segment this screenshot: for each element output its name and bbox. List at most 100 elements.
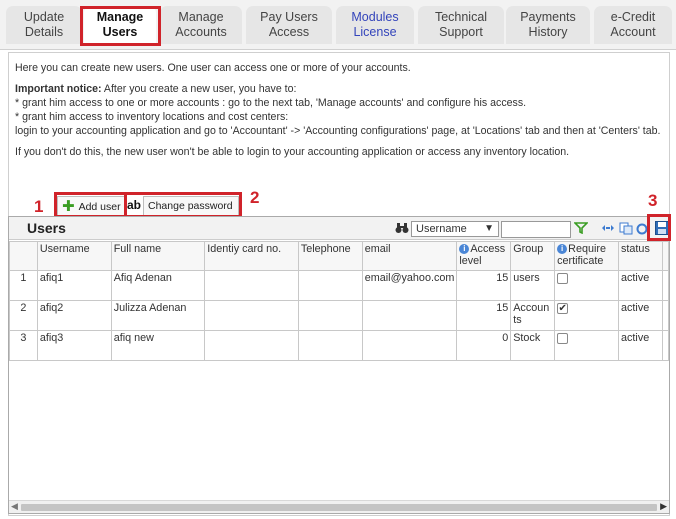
search-column-select[interactable]: Username ▼ (411, 221, 499, 237)
cell-id-card[interactable] (204, 330, 299, 361)
col-header-group[interactable]: Group (510, 241, 556, 271)
cell-username[interactable]: afiq3 (36, 330, 112, 361)
grid-toolbar: Users Username ▼ (9, 217, 669, 240)
require-certificate-checkbox[interactable] (557, 273, 569, 284)
tab-label: Support (439, 25, 483, 39)
col-header-rownum (9, 241, 38, 271)
binoculars-icon[interactable] (395, 222, 409, 236)
table-row[interactable]: 2 afiq2 Julizza Adenan 15 Accounts ✔ act… (9, 300, 669, 331)
info-icon[interactable]: i (459, 244, 470, 254)
cell-username[interactable]: afiq1 (36, 270, 112, 301)
cell-require-certificate: ✔ (554, 300, 620, 331)
tab-e-credit-account[interactable]: e-Credit Account (594, 6, 672, 44)
cell-filler (661, 270, 669, 301)
cell-group[interactable]: users (510, 270, 556, 301)
annotation-number-1: 1 (34, 197, 44, 216)
require-certificate-checkbox[interactable]: ✔ (557, 303, 569, 314)
cell-email[interactable]: email@yahoo.com (361, 270, 458, 301)
scroll-left-icon[interactable]: ◀ (11, 501, 18, 512)
cell-telephone[interactable] (297, 300, 363, 331)
columns-icon[interactable] (601, 222, 615, 236)
scrollbar-thumb[interactable] (21, 504, 657, 511)
cell-status[interactable]: active (618, 270, 663, 301)
cell-group[interactable]: Stock (510, 330, 556, 361)
tab-label: History (528, 25, 568, 39)
tab-modules-license[interactable]: Modules License (336, 6, 414, 44)
table-row[interactable]: 3 afiq3 afiq new 0 Stock active (9, 330, 669, 361)
tab-label: Pay Users (260, 10, 318, 24)
dropdown-arrow-icon: ▼ (484, 223, 494, 234)
intro-bullet: * grant him access to inventory location… (15, 111, 289, 123)
cell-id-card[interactable] (204, 300, 299, 331)
col-header-access-level[interactable]: i Access level (456, 241, 512, 271)
col-header-filler (661, 241, 669, 271)
save-highlight-box (647, 214, 671, 241)
intro-line: If you don't do this, the new user won't… (15, 146, 570, 158)
users-grid: Users Username ▼ Username Full name Iden… (8, 216, 670, 514)
col-header-email[interactable]: email (361, 241, 458, 271)
cell-status[interactable]: active (618, 330, 663, 361)
table-row[interactable]: 1 afiq1 Afiq Adenan email@yahoo.com 15 u… (9, 270, 669, 301)
col-header-username[interactable]: Username (36, 241, 112, 271)
table-header-row: Username Full name Identiy card no. Tele… (9, 241, 669, 271)
cell-id-card[interactable] (204, 270, 299, 301)
cell-require-certificate (554, 330, 620, 361)
col-header-telephone[interactable]: Telephone (297, 241, 363, 271)
cell-access-level[interactable]: 15 (456, 300, 512, 331)
cell-email[interactable] (361, 330, 458, 361)
col-header-id-card[interactable]: Identiy card no. (204, 241, 299, 271)
cell-full-name[interactable]: afiq new (110, 330, 206, 361)
cell-full-name[interactable]: Afiq Adenan (110, 270, 206, 301)
intro-line: login to your accounting application and… (15, 125, 661, 137)
row-number: 2 (9, 300, 38, 331)
tab-label: Details (24, 25, 64, 39)
col-header-status[interactable]: status (618, 241, 663, 271)
tab-manage-accounts[interactable]: Manage Accounts (160, 6, 242, 44)
tab-label: Access (268, 25, 310, 39)
require-certificate-checkbox[interactable] (557, 333, 569, 344)
cell-access-level[interactable]: 0 (456, 330, 512, 361)
users-table: Username Full name Identiy card no. Tele… (9, 241, 669, 361)
add-user-highlight-box (54, 192, 127, 218)
cell-access-level[interactable]: 15 (456, 270, 512, 301)
info-icon[interactable]: i (557, 244, 568, 254)
cell-username[interactable]: afiq2 (36, 300, 112, 331)
cell-status[interactable]: active (618, 300, 663, 331)
tab-label: Accounts (175, 25, 227, 39)
notice-line: Important notice: After you create a new… (15, 82, 667, 96)
tab-pay-users-access[interactable]: Pay Users Access (246, 6, 332, 44)
tab-payments-history[interactable]: Payments History (506, 6, 590, 44)
search-column-value: Username (416, 223, 467, 235)
intro-text: Here you can create new users. One user … (15, 61, 667, 159)
tab-update-details[interactable]: Update Details (6, 6, 82, 44)
cell-filler (661, 330, 669, 361)
filter-icon[interactable] (573, 222, 589, 236)
cell-full-name[interactable]: Julizza Adenan (110, 300, 206, 331)
tab-label: Update (23, 10, 65, 24)
row-number: 3 (9, 330, 38, 361)
cell-filler (661, 300, 669, 331)
grid-title: Users (27, 220, 66, 236)
cell-telephone[interactable] (297, 270, 363, 301)
search-input[interactable] (501, 221, 571, 238)
tab-technical-support[interactable]: Technical Support (418, 6, 504, 44)
cell-email[interactable] (361, 300, 458, 331)
tab-label: Manage (178, 10, 224, 24)
notice-label: Important notice: (15, 83, 102, 95)
horizontal-scrollbar[interactable]: ◀ ▶ (9, 500, 669, 513)
tab-highlight-box (80, 6, 161, 46)
cell-telephone[interactable] (297, 330, 363, 361)
tab-label: License (353, 25, 397, 39)
annotation-number-2: 2 (250, 188, 260, 207)
cell-group[interactable]: Accounts (510, 300, 556, 331)
annotation-number-3: 3 (648, 191, 658, 210)
tab-label: e-Credit (610, 10, 656, 24)
cell-require-certificate (554, 270, 620, 301)
copy-icon[interactable] (619, 222, 633, 237)
notice-text: After you create a new user, you have to… (101, 83, 297, 95)
tab-label: Modules (351, 10, 399, 24)
scroll-right-icon[interactable]: ▶ (660, 501, 667, 512)
row-number: 1 (9, 270, 38, 301)
col-header-full-name[interactable]: Full name (110, 241, 206, 271)
col-header-require-certificate[interactable]: i Require certificate (554, 241, 620, 271)
